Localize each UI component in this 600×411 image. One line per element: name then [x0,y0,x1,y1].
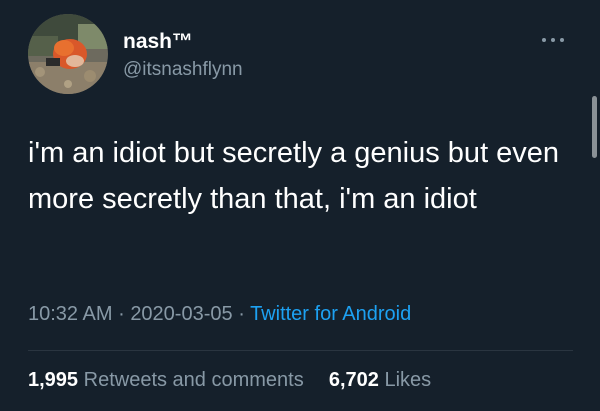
tweet-card: nash™ @itsnashflynn i'm an idiot but sec… [0,0,600,411]
avatar[interactable] [28,14,108,94]
retweets-count: 1,995 [28,369,79,391]
user-handle[interactable]: @itsnashflynn [123,58,243,82]
separator: · [238,303,245,325]
tweet-date[interactable]: 2020-03-05 [130,303,232,325]
tweet-metadata: 10:32 AM · 2020-03-05 · Twitter for Andr… [28,300,411,328]
more-horizontal-icon[interactable] [538,32,568,48]
tweet-time[interactable]: 10:32 AM [28,303,113,325]
likes-label: Likes [384,369,432,391]
tweet-source-link[interactable]: Twitter for Android [250,303,411,325]
tweet-stats: 1,995 Retweets and comments 6,702 Likes [28,366,431,394]
tweet-text: i'm an idiot but secretly a genius but e… [28,137,560,215]
separator: · [118,303,125,325]
display-name[interactable]: nash™ [123,30,193,54]
likes-count: 6,702 [328,369,379,391]
profile-photo [28,14,108,94]
likes-stat[interactable]: 6,702 Likes [329,369,431,391]
retweets-stat[interactable]: 1,995 Retweets and comments [28,369,309,391]
scrollbar[interactable] [592,96,597,158]
retweets-label: Retweets and comments [83,369,304,391]
divider [28,350,573,351]
